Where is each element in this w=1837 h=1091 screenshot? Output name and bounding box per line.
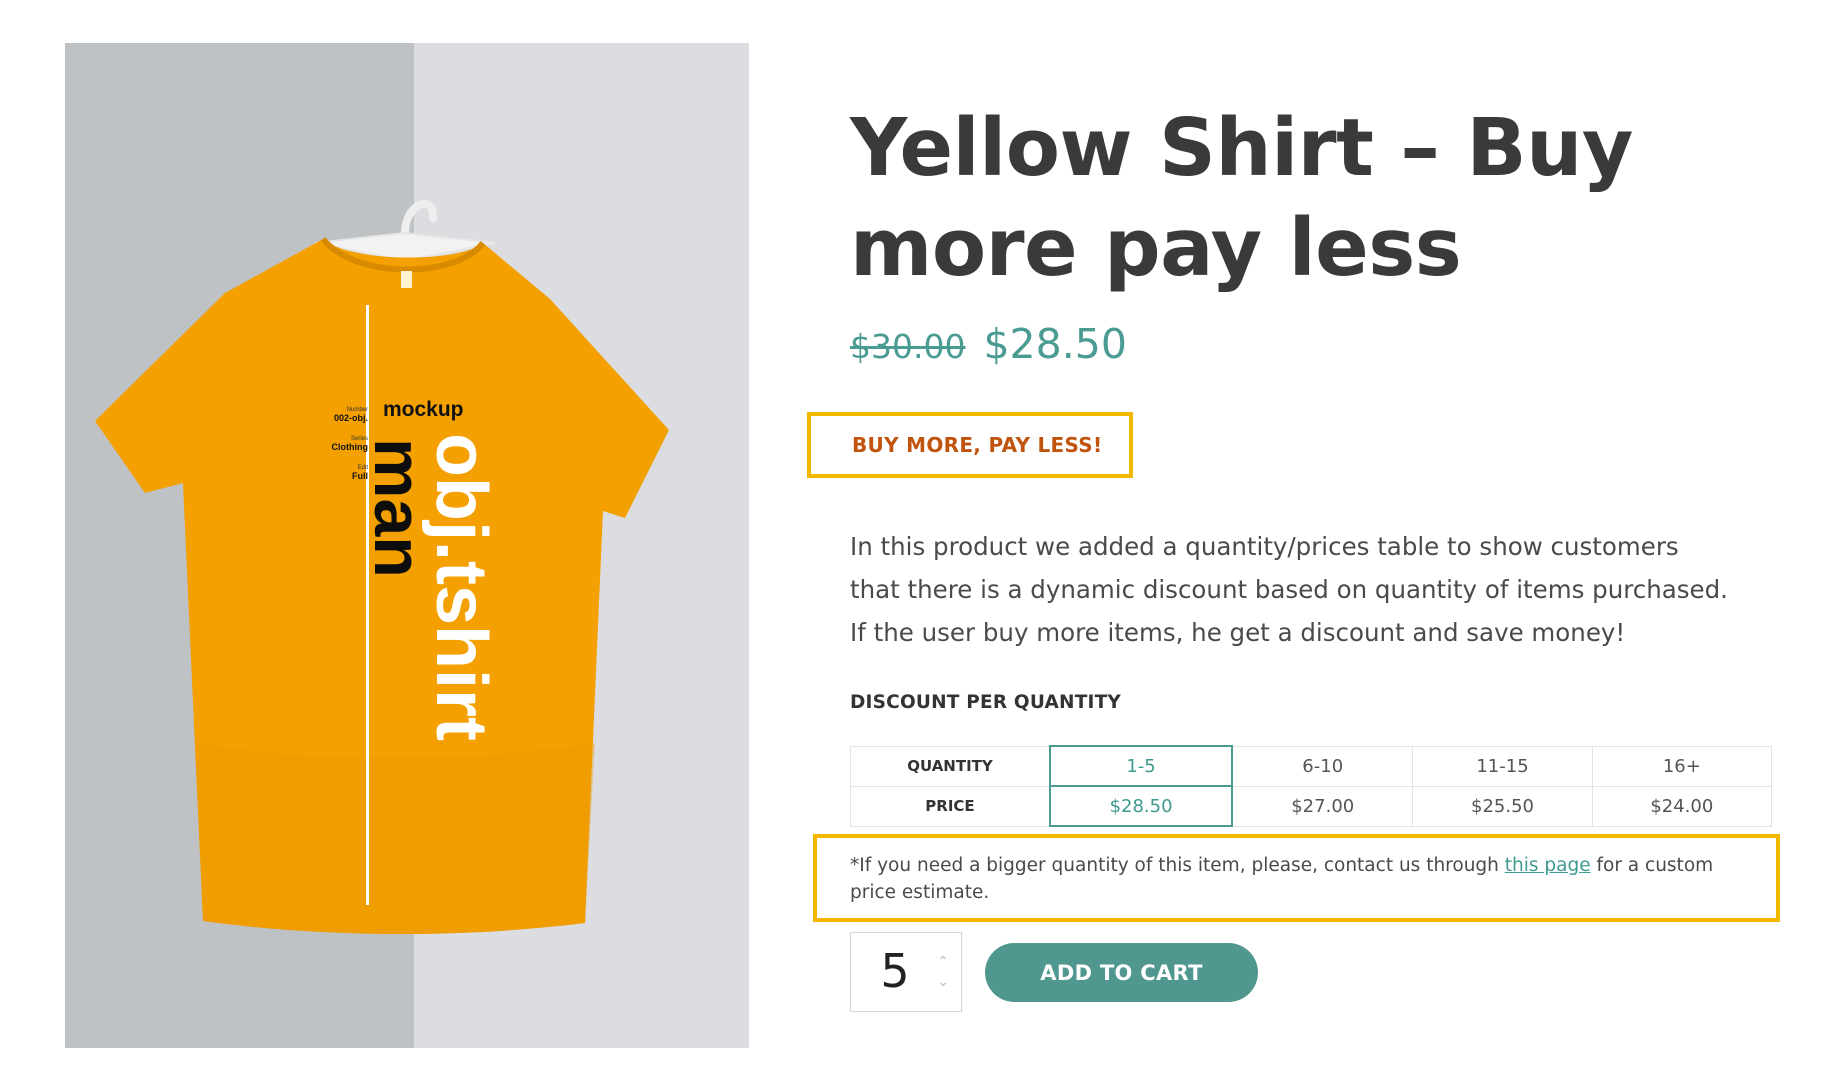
price-label: PRICE [850, 785, 1051, 827]
price-row: $30.00 $28.50 [850, 320, 1127, 368]
tier-range-1: 1-5 [1048, 745, 1234, 787]
spec-series-value: Clothing [332, 442, 369, 452]
shirt-print-mockup: mockup [383, 398, 464, 421]
discount-heading: DISCOUNT PER QUANTITY [850, 692, 1122, 713]
promo-badge: BUY MORE, PAY LESS! [807, 412, 1133, 478]
quantity-row: QUANTITY 1-5 6-10 11-15 16+ [850, 745, 1773, 787]
discount-table: QUANTITY 1-5 6-10 11-15 16+ PRICE $28.50… [850, 745, 1773, 827]
shirt-print-brand: obj.tshirt [421, 433, 501, 741]
custom-quantity-note: *If you need a bigger quantity of this i… [813, 834, 1780, 922]
quantity-input[interactable] [855, 933, 935, 1009]
product-title: Yellow Shirt – Buy more pay less [850, 102, 1633, 294]
note-text-before: *If you need a bigger quantity of this i… [850, 855, 1505, 876]
tier-range-4: 16+ [1591, 745, 1773, 787]
price-sale: $28.50 [983, 320, 1127, 368]
contact-page-link[interactable]: this page [1505, 855, 1591, 876]
tier-price-3: $25.50 [1412, 785, 1593, 827]
product-description: In this product we added a quantity/pric… [850, 532, 1728, 647]
price-original: $30.00 [850, 327, 966, 366]
tshirt-illustration: man obj.tshirt mockup Number 002-obj. Se… [65, 43, 749, 1048]
quantity-label: QUANTITY [850, 745, 1051, 787]
chevron-down-icon[interactable]: ⌄ [935, 975, 951, 989]
product-image[interactable]: man obj.tshirt mockup Number 002-obj. Se… [65, 43, 749, 1048]
tier-price-1: $28.50 [1048, 785, 1234, 827]
chevron-up-icon[interactable]: ⌃ [935, 955, 951, 969]
promo-label: BUY MORE, PAY LESS! [852, 433, 1103, 457]
quantity-stepper[interactable]: ⌃ ⌄ [850, 932, 962, 1012]
price-row-table: PRICE $28.50 $27.00 $25.50 $24.00 [850, 785, 1773, 827]
tier-range-2: 6-10 [1231, 745, 1414, 787]
tier-range-3: 11-15 [1412, 745, 1593, 787]
spec-edit-value: Full [352, 471, 368, 481]
tier-price-4: $24.00 [1591, 785, 1773, 827]
spec-number-value: 002-obj. [334, 413, 368, 423]
tier-price-2: $27.00 [1231, 785, 1414, 827]
add-to-cart-button[interactable]: ADD TO CART [985, 943, 1258, 1002]
